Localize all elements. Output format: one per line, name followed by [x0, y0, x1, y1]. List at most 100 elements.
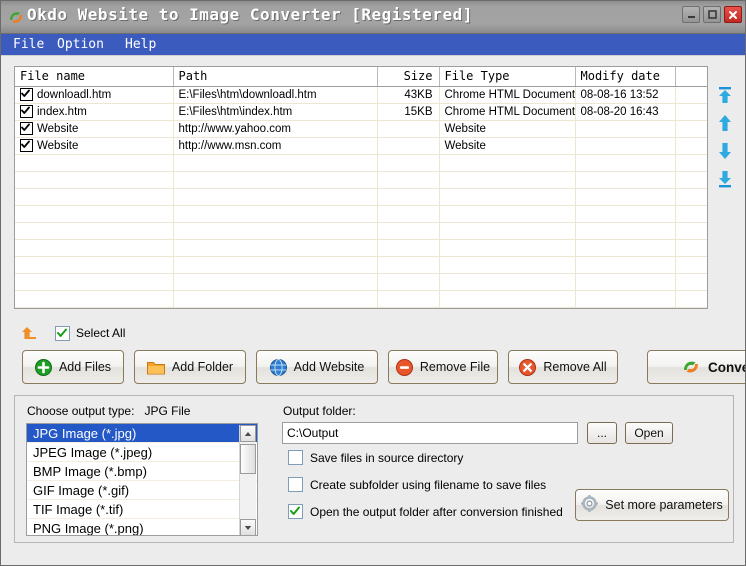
empty-cell [575, 171, 676, 189]
red-x-circle-icon [519, 358, 537, 376]
file-path-cell: http://www.msn.com [173, 137, 378, 155]
button-label: Convert [707, 359, 745, 375]
choose-output-type-text: Choose output type: [27, 404, 135, 418]
output-settings-panel: Choose output type: JPG File JPG Image (… [14, 395, 734, 543]
menu-item-file[interactable]: File [9, 36, 48, 53]
minimize-button[interactable] [682, 6, 700, 23]
table-row-empty[interactable] [15, 154, 707, 172]
file-list-column-header[interactable]: Size [377, 67, 440, 87]
file-list-body: downloadl.htm E:\Files\htm\downloadl.htm 4… [15, 86, 707, 308]
open-folder-button[interactable]: Open [625, 422, 673, 444]
file-list-column-header[interactable]: Path [173, 67, 378, 87]
file-list-column-header[interactable]: File Type [439, 67, 576, 87]
table-row-empty[interactable] [15, 273, 707, 291]
row-checkbox[interactable] [20, 87, 33, 101]
file-list-column-header[interactable]: File name [15, 67, 174, 87]
table-row-empty[interactable] [15, 188, 707, 206]
table-row[interactable]: downloadl.htm E:\Files\htm\downloadl.htm 4… [15, 86, 707, 104]
table-row-empty[interactable] [15, 290, 707, 308]
add-folder-button[interactable]: Add Folder [134, 350, 246, 384]
output-type-scrollbar[interactable] [239, 425, 256, 535]
empty-cell [15, 171, 174, 189]
empty-cell [439, 154, 576, 172]
create-subfolder-row: Create subfolder using filename to save … [288, 477, 546, 492]
create-subfolder-checkbox[interactable] [288, 477, 303, 492]
remove-all-button[interactable]: Remove All [508, 350, 618, 384]
empty-cell [439, 188, 576, 206]
list-order-controls [713, 85, 737, 189]
move-to-bottom-icon[interactable] [715, 169, 735, 189]
open-output-folder-checkbox[interactable] [288, 504, 303, 519]
select-all-row: Select All [19, 323, 125, 343]
scrollbar-thumb[interactable] [240, 444, 256, 474]
empty-cell [15, 256, 174, 274]
file-type-cell: Chrome HTML Document [439, 103, 576, 121]
table-row[interactable]: Website http://www.msn.com Website [15, 137, 707, 155]
table-row[interactable]: Website http://www.yahoo.com Website [15, 120, 707, 138]
file-name-cell: Website [15, 137, 174, 155]
file-name-label: Website [37, 122, 79, 135]
row-checkbox[interactable] [20, 138, 33, 152]
output-type-option[interactable]: GIF Image (*.gif) [27, 481, 257, 500]
empty-cell [377, 290, 440, 308]
empty-cell [439, 171, 576, 189]
empty-cell [675, 239, 707, 257]
table-row-empty[interactable] [15, 222, 707, 240]
move-down-icon[interactable] [715, 141, 735, 161]
move-up-icon[interactable] [715, 113, 735, 133]
up-one-level-icon[interactable] [19, 325, 39, 341]
close-button[interactable] [724, 6, 742, 23]
empty-cell [377, 273, 440, 291]
empty-cell [439, 290, 576, 308]
add-files-button[interactable]: Add Files [22, 350, 124, 384]
file-name-cell: Website [15, 120, 174, 138]
green-plus-icon [34, 358, 52, 376]
output-type-option[interactable]: JPEG Image (*.jpeg) [27, 443, 257, 462]
red-minus-icon [395, 358, 413, 376]
file-list-column-header[interactable] [675, 67, 707, 87]
extra-cell [675, 137, 707, 155]
menu-item-option[interactable]: Option [53, 36, 108, 53]
file-name-label: Website [37, 139, 79, 152]
add-website-button[interactable]: Add Website [256, 350, 378, 384]
output-type-option[interactable]: BMP Image (*.bmp) [27, 462, 257, 481]
empty-cell [675, 290, 707, 308]
file-type-cell: Website [439, 120, 576, 138]
row-checkbox[interactable] [20, 121, 33, 135]
table-row-empty[interactable] [15, 205, 707, 223]
file-list[interactable]: File name Path Size File Type Modify date do… [14, 66, 708, 309]
output-type-option[interactable]: TIF Image (*.tif) [27, 500, 257, 519]
output-type-option[interactable]: PNG Image (*.png) [27, 519, 257, 535]
table-row-empty[interactable] [15, 239, 707, 257]
move-to-top-icon[interactable] [715, 85, 735, 105]
browse-folder-button[interactable]: ... [587, 422, 617, 444]
button-label: Add Folder [171, 360, 234, 374]
table-row[interactable]: index.htm E:\Files\htm\index.htm 15KB Chrom… [15, 103, 707, 121]
scroll-down-icon[interactable] [240, 519, 256, 535]
output-folder-input[interactable]: C:\Output [282, 422, 578, 444]
maximize-button[interactable] [703, 6, 721, 23]
action-toolbar: Add Files Add Folder Add Website Remove Fil… [22, 350, 745, 386]
table-row-empty[interactable] [15, 256, 707, 274]
output-type-option[interactable]: JPG Image (*.jpg) [27, 424, 257, 443]
file-name-cell: downloadl.htm [15, 86, 174, 104]
empty-cell [439, 256, 576, 274]
set-more-parameters-button[interactable]: Set more parameters [575, 489, 729, 521]
remove-file-button[interactable]: Remove File [388, 350, 498, 384]
scroll-up-icon[interactable] [240, 425, 256, 442]
select-all-checkbox[interactable] [55, 325, 70, 341]
file-type-cell: Website [439, 137, 576, 155]
extra-cell [675, 103, 707, 121]
empty-cell [173, 239, 378, 257]
row-checkbox[interactable] [20, 104, 33, 118]
convert-button[interactable]: Convert [647, 350, 745, 384]
save-in-source-directory-checkbox[interactable] [288, 450, 303, 465]
empty-cell [15, 273, 174, 291]
output-folder-label: Output folder: [283, 404, 356, 418]
modify-date-cell [575, 120, 676, 138]
menu-item-help[interactable]: Help [121, 36, 160, 53]
output-type-list[interactable]: JPG Image (*.jpg) JPEG Image (*.jpeg) BMP … [26, 423, 258, 536]
file-list-column-header[interactable]: Modify date [575, 67, 676, 87]
table-row-empty[interactable] [15, 171, 707, 189]
window-controls [682, 6, 742, 23]
